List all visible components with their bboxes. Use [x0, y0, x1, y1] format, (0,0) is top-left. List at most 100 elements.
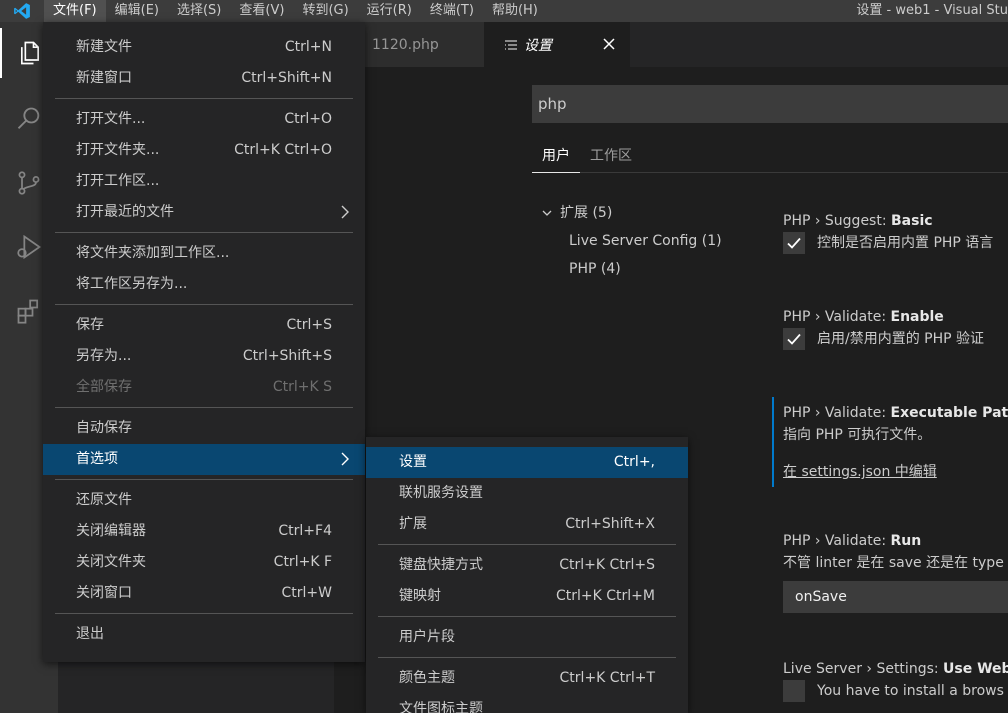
menu-item[interactable]: 退出 — [43, 619, 365, 650]
menu-item-shortcut: Ctrl+K Ctrl+S — [559, 557, 655, 573]
menu-item-shortcut: Ctrl+Shift+X — [565, 516, 655, 532]
menu-item[interactable]: 关闭编辑器 Ctrl+F4 — [43, 516, 365, 547]
menu-item-shortcut: Ctrl+S — [286, 317, 332, 333]
menu-item-label: 打开最近的文件 — [76, 204, 174, 220]
menu-help[interactable]: 帮助(H) — [483, 0, 547, 22]
menu-item-label: 关闭文件夹 — [76, 554, 146, 570]
vscode-logo-icon — [0, 0, 44, 22]
menu-item[interactable]: 还原文件 — [43, 485, 365, 516]
menu-item[interactable]: 自动保存 — [43, 413, 365, 444]
menu-item[interactable]: 用户片段 — [366, 622, 688, 653]
menu-item[interactable]: 联机服务设置 — [366, 478, 688, 509]
menu-item[interactable]: 关闭文件夹 Ctrl+K F — [43, 547, 365, 578]
menu-item-shortcut: Ctrl+K F — [273, 554, 332, 570]
checkbox[interactable] — [783, 232, 805, 254]
settings-toc: 扩展 (5) Live Server Config (1) PHP (4) — [538, 199, 758, 283]
menu-item[interactable]: 打开文件夹... Ctrl+K Ctrl+O — [43, 135, 365, 166]
menu-item[interactable]: 颜色主题 Ctrl+K Ctrl+T — [366, 663, 688, 694]
menu-item-label: 用户片段 — [399, 629, 455, 645]
menu-item[interactable]: 新建文件 Ctrl+N — [43, 32, 365, 63]
edit-in-settings-json-link[interactable]: 在 settings.json 中编辑 — [783, 464, 937, 480]
chevron-down-icon — [538, 204, 556, 222]
menu-item-label: 首选项 — [76, 451, 118, 467]
menu-item[interactable]: 打开最近的文件 — [43, 197, 365, 228]
run-select[interactable]: onSave — [783, 581, 1008, 613]
setting-php-suggest-basic: PHP › Suggest: Basic 控制是否启用内置 PHP 语言 — [783, 211, 1008, 255]
chevron-right-icon — [337, 451, 353, 467]
file-menu: 新建文件 Ctrl+N 新建窗口 Ctrl+Shift+N 打开文件... Ctrl+O 打… — [43, 22, 365, 662]
tab-workspace[interactable]: 工作区 — [580, 139, 642, 173]
menu-item-label: 新建窗口 — [76, 70, 132, 86]
setting-desc: You have to install a brows — [783, 679, 1008, 703]
menu-item[interactable]: 键映射 Ctrl+K Ctrl+M — [366, 581, 688, 612]
menu-terminal[interactable]: 终端(T) — [421, 0, 483, 22]
menu-item[interactable]: 另存为... Ctrl+Shift+S — [43, 341, 365, 372]
menu-item-label: 关闭窗口 — [76, 585, 132, 601]
settings-search-input[interactable] — [532, 85, 1008, 123]
menu-item-shortcut: Ctrl+W — [281, 585, 332, 601]
menu-separator — [366, 653, 688, 663]
menu-item[interactable]: 将工作区另存为... — [43, 269, 365, 300]
menu-item-label: 键映射 — [399, 588, 441, 604]
setting-php-validate-executable-path: PHP › Validate: Executable Path 指向 PHP 可… — [772, 397, 1008, 487]
checkbox[interactable] — [783, 680, 805, 702]
setting-title: PHP › Validate: Enable — [783, 309, 944, 325]
checkbox[interactable] — [783, 328, 805, 350]
menu-item-shortcut: Ctrl+K S — [272, 379, 332, 395]
menu-item-label: 打开文件... — [76, 111, 146, 127]
tab-user[interactable]: 用户 — [532, 139, 580, 173]
menu-item[interactable]: 键盘快捷方式 Ctrl+K Ctrl+S — [366, 550, 688, 581]
menu-item[interactable]: 关闭窗口 Ctrl+W — [43, 578, 365, 609]
toc-label: 扩展 (5) — [560, 205, 613, 221]
menu-separator — [43, 300, 365, 310]
menu-separator — [43, 475, 365, 485]
menu-item-shortcut: Ctrl+Shift+N — [241, 70, 332, 86]
menu-item-label: 还原文件 — [76, 492, 132, 508]
chevron-right-icon — [337, 204, 353, 220]
menu-item[interactable]: 保存 Ctrl+S — [43, 310, 365, 341]
menu-run[interactable]: 运行(R) — [358, 0, 421, 22]
setting-title: PHP › Validate: Executable Path — [783, 405, 1008, 421]
menu-item: 全部保存 Ctrl+K S — [43, 372, 365, 403]
menu-item-label: 另存为... — [76, 348, 132, 364]
menu-item-shortcut: Ctrl+, — [613, 454, 655, 470]
menu-item[interactable]: 打开工作区... — [43, 166, 365, 197]
toc-extensions[interactable]: 扩展 (5) — [538, 199, 758, 227]
setting-desc: 指向 PHP 可执行文件。 — [783, 427, 932, 443]
menu-item-shortcut: Ctrl+K Ctrl+O — [234, 142, 332, 158]
menu-item[interactable]: 文件图标主题 — [366, 694, 688, 713]
menu-item[interactable]: 打开文件... Ctrl+O — [43, 104, 365, 135]
editor-tabs: 1120.php 设置 — [334, 22, 1008, 67]
menu-separator — [366, 612, 688, 622]
setting-php-validate-run: PHP › Validate: Run 不管 linter 是在 save 还是… — [783, 531, 1008, 613]
menu-separator — [43, 403, 365, 413]
close-icon[interactable] — [600, 35, 618, 53]
menu-item-label: 自动保存 — [76, 420, 132, 436]
setting-title: Live Server › Settings: Use Web — [783, 661, 1008, 677]
menu-item-shortcut: Ctrl+O — [284, 111, 332, 127]
menu-go[interactable]: 转到(G) — [293, 0, 357, 22]
menu-item[interactable]: 新建窗口 Ctrl+Shift+N — [43, 63, 365, 94]
menu-item-label: 全部保存 — [76, 379, 132, 395]
menu-item[interactable]: 将文件夹添加到工作区... — [43, 238, 365, 269]
menu-selection[interactable]: 选择(S) — [168, 0, 230, 22]
preferences-submenu: 设置 Ctrl+, 联机服务设置 扩展 Ctrl+Shift+X 键盘快捷方式 Ctrl+K… — [366, 437, 688, 713]
menu-item[interactable]: 首选项 — [43, 444, 365, 475]
tab-settings[interactable]: 设置 — [484, 22, 630, 67]
menu-item-shortcut: Ctrl+K Ctrl+M — [556, 588, 655, 604]
menu-separator — [43, 228, 365, 238]
menu-item-label: 打开工作区... — [76, 173, 160, 189]
menu-item-label: 将文件夹添加到工作区... — [76, 245, 230, 261]
menu-item-shortcut: Ctrl+Shift+S — [242, 348, 332, 364]
menu-item[interactable]: 设置 Ctrl+, — [366, 447, 688, 478]
menu-item[interactable]: 扩展 Ctrl+Shift+X — [366, 509, 688, 540]
tab-label: 1120.php — [372, 36, 439, 53]
menu-item-label: 打开文件夹... — [76, 142, 160, 158]
menu-file[interactable]: 文件(F) — [44, 0, 106, 22]
menu-view[interactable]: 查看(V) — [230, 0, 293, 22]
toc-php[interactable]: PHP (4) — [538, 255, 758, 283]
toc-live-server[interactable]: Live Server Config (1) — [538, 227, 758, 255]
menu-edit[interactable]: 编辑(E) — [106, 0, 168, 22]
menu-separator — [366, 540, 688, 550]
setting-desc: 启用/禁用内置的 PHP 验证 — [783, 327, 1008, 351]
